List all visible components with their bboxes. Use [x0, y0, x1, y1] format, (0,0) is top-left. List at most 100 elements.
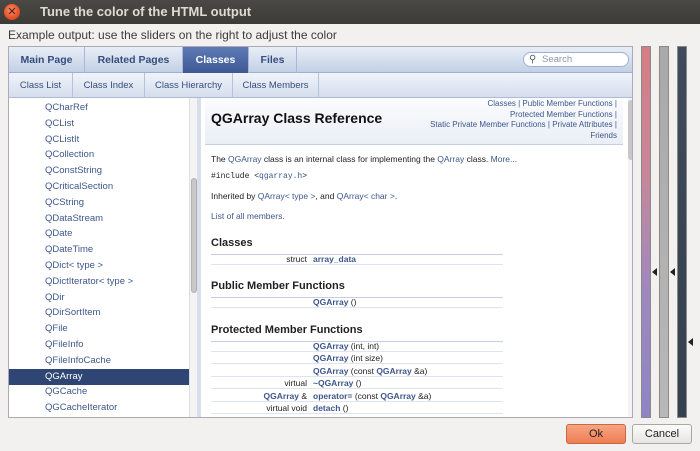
section-protected-member-functions: Protected Member Functions	[211, 324, 363, 336]
member-name-link[interactable]: ~QGArray	[313, 378, 353, 388]
member-name-link[interactable]: QGArray	[313, 297, 348, 307]
subtab-class-index[interactable]: Class Index	[73, 73, 145, 98]
separator: |	[612, 109, 617, 119]
type-link[interactable]: QGArray	[264, 391, 299, 401]
link-qarray[interactable]: QArray	[437, 154, 464, 164]
link-static-private-member-functions[interactable]: Static Private Member Functions	[430, 120, 546, 129]
content-scrollbar-thumb[interactable]	[628, 100, 632, 160]
saturation-slider[interactable]	[659, 46, 669, 418]
html-preview-panel: Main Page Related Pages Classes Files ⚲ …	[8, 46, 633, 418]
member-signature: detach ()	[313, 402, 348, 414]
member-row: struct array_data	[211, 253, 503, 265]
member-name-link[interactable]: QGArray	[313, 341, 348, 351]
nav-item[interactable]: QDir	[9, 290, 189, 306]
link-public-member-functions[interactable]: Public Member Functions	[522, 99, 612, 108]
member-signature: array_data	[313, 253, 356, 265]
page-title: QGArray Class Reference	[211, 110, 383, 126]
nav-item[interactable]: QCListIt	[9, 132, 189, 148]
inherited-text: Inherited by	[211, 191, 258, 201]
nav-item[interactable]: QFileInfo	[9, 337, 189, 353]
link-private-attributes[interactable]: Private Attributes	[552, 120, 612, 129]
nav-item[interactable]: QFile	[9, 321, 189, 337]
nav-item[interactable]: QConstString	[9, 163, 189, 179]
inherited-text: .	[394, 191, 398, 201]
nav-item[interactable]: QDataStream	[9, 211, 189, 227]
link-friends[interactable]: Friends	[590, 131, 617, 140]
tab-related-pages[interactable]: Related Pages	[85, 47, 183, 73]
title-bar: ✕ Tune the color of the HTML output	[0, 0, 700, 24]
member-args: (const	[348, 365, 377, 376]
nav-scrollbar-thumb[interactable]	[191, 178, 197, 293]
inherited-by: Inherited by QArray< type >, and QArray<…	[211, 191, 397, 201]
class-reference-content: QGArray Class Reference Classes | Public…	[205, 98, 623, 417]
nav-scrollbar[interactable]	[189, 98, 197, 417]
tab-files[interactable]: Files	[249, 47, 297, 73]
nav-item[interactable]: QGCacheIterator	[9, 400, 189, 416]
nav-item[interactable]: QDateTime	[9, 242, 189, 258]
type-suffix: &	[298, 390, 307, 401]
ok-button[interactable]: Ok	[566, 424, 626, 444]
member-row: QGArray ()	[211, 296, 503, 308]
navigation-tree: QCharRef QCList QCListIt QCollection QConstS…	[9, 98, 201, 417]
nav-item[interactable]: QDictIterator< type >	[9, 274, 189, 290]
intro-text: class.	[464, 154, 491, 164]
subtab-class-list[interactable]: Class List	[9, 73, 73, 98]
separator: |	[612, 120, 617, 129]
member-signature: operator= (const QGArray &a)	[313, 390, 431, 402]
member-name-link[interactable]: operator=	[313, 391, 352, 401]
subtab-class-hierarchy[interactable]: Class Hierarchy	[145, 73, 233, 98]
hue-slider[interactable]	[641, 46, 651, 418]
nav-item[interactable]: QFileInfoCache	[9, 353, 189, 369]
member-type: QGArray &	[211, 390, 307, 402]
slider-handle-icon[interactable]	[652, 268, 657, 276]
member-type: struct	[286, 254, 307, 264]
nav-item[interactable]: QDirSortItem	[9, 305, 189, 321]
subtab-class-members[interactable]: Class Members	[233, 73, 319, 98]
member-args: ()	[340, 403, 349, 413]
gamma-slider[interactable]	[677, 46, 687, 418]
link-protected-member-functions[interactable]: Protected Member Functions	[510, 110, 613, 119]
search-box[interactable]: ⚲ Search	[523, 52, 629, 67]
member-name-link[interactable]: QGArray	[313, 353, 348, 363]
member-name-link[interactable]: QGArray	[313, 366, 348, 376]
link-more[interactable]: More...	[491, 154, 517, 164]
member-type: virtual void	[266, 403, 307, 413]
nav-item[interactable]: QCString	[9, 195, 189, 211]
member-row: QGArray & operator= (const QGArray &a)	[211, 390, 503, 402]
param-type-link[interactable]: QGArray	[376, 366, 411, 376]
nav-item[interactable]: QCharRef	[9, 100, 189, 116]
nav-item[interactable]: QDate	[9, 226, 189, 242]
content-scrollbar[interactable]	[628, 98, 632, 417]
link-qarray-char[interactable]: QArray< char >	[337, 191, 395, 201]
member-type: virtual	[284, 378, 307, 389]
nav-item[interactable]: QGCache	[9, 384, 189, 400]
member-args: (int size)	[348, 353, 383, 364]
link-classes[interactable]: Classes	[487, 99, 515, 108]
member-name-link[interactable]: detach	[313, 403, 340, 413]
section-public-member-functions: Public Member Functions	[211, 280, 345, 292]
member-signature: QGArray (const QGArray &a)	[313, 365, 427, 377]
link-qarray-type[interactable]: QArray< type >	[258, 191, 316, 201]
member-args: &a)	[411, 365, 428, 376]
summary-links: Classes | Public Member Functions | Prot…	[407, 99, 617, 141]
close-button[interactable]: ✕	[4, 4, 20, 20]
search-input[interactable]: Search	[542, 53, 572, 67]
param-type-link[interactable]: QGArray	[380, 391, 415, 401]
nav-item[interactable]: QGArray	[9, 368, 189, 385]
intro-text: The	[211, 154, 229, 164]
link-qgarray[interactable]: QGArray	[228, 154, 262, 164]
member-args: &a)	[415, 390, 432, 401]
nav-item[interactable]: QDict< type >	[9, 258, 189, 274]
tab-classes[interactable]: Classes	[183, 47, 249, 73]
cancel-button[interactable]: Cancel	[632, 424, 692, 444]
tab-main-page[interactable]: Main Page	[9, 47, 85, 73]
nav-item[interactable]: QCList	[9, 116, 189, 132]
content-header: QGArray Class Reference Classes | Public…	[205, 98, 623, 145]
slider-handle-icon[interactable]	[670, 268, 675, 276]
nav-item[interactable]: QCriticalSection	[9, 179, 189, 195]
slider-handle-icon[interactable]	[688, 338, 693, 346]
nav-item[interactable]: QCollection	[9, 147, 189, 163]
member-name-link[interactable]: array_data	[313, 254, 356, 264]
list-of-members-link[interactable]: List of all members.	[211, 211, 285, 221]
link-include-file[interactable]: qgarray.h	[259, 172, 302, 181]
